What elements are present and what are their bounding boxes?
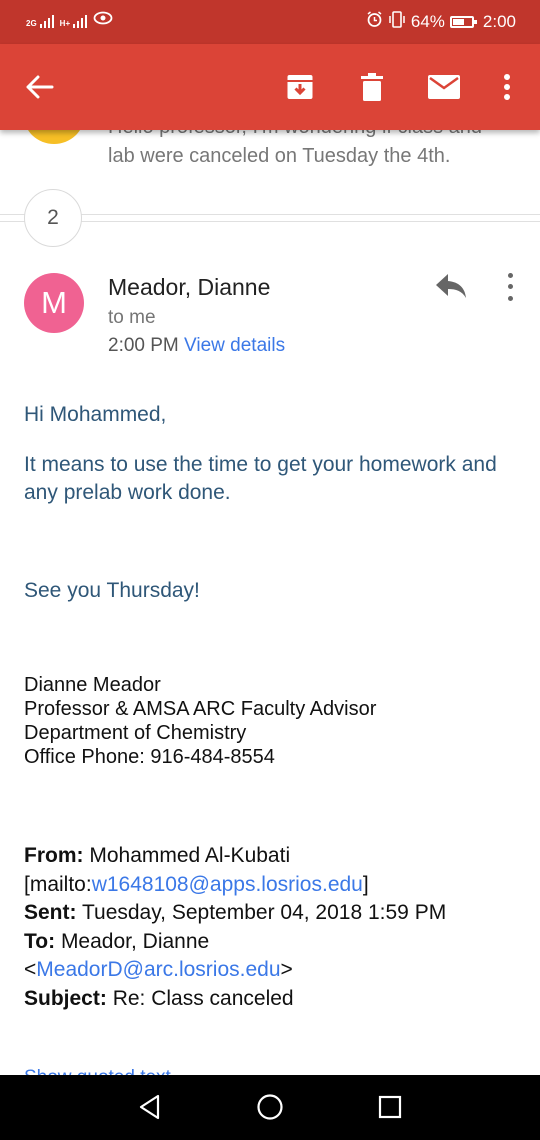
home-circle-icon[interactable] — [254, 1091, 286, 1123]
sent-row: Sent: Tuesday, September 04, 2018 1:59 P… — [24, 899, 446, 928]
body-paragraph: It means to use the time to get your hom… — [24, 453, 497, 504]
alarm-icon — [366, 11, 383, 33]
signature: Dianne Meador Professor & AMSA ARC Facul… — [24, 673, 376, 769]
back-arrow-icon[interactable] — [20, 67, 60, 107]
snippet-line-2: lab were canceled on Tuesday the 4th. — [108, 145, 451, 167]
sent-label: Sent: — [24, 901, 77, 924]
signature-department: Department of Chemistry — [24, 722, 247, 744]
to-name: Meador, Dianne — [60, 929, 210, 953]
from-name: Mohammed Al-Kubati — [89, 844, 291, 867]
mailto-row: [mailto:w1648108@apps.losrios.edu] — [24, 871, 446, 900]
more-vert-icon[interactable] — [487, 67, 527, 107]
from-label: From: — [24, 844, 84, 867]
archive-icon[interactable] — [280, 67, 320, 107]
battery-percent: 64% — [410, 12, 445, 31]
network-type-1: 2G — [26, 19, 37, 28]
recipient-label: to me — [108, 307, 156, 328]
greeting: Hi Mohammed, — [24, 403, 167, 426]
subject-row: Subject: Re: Class canceled — [24, 985, 446, 1014]
sender-name: Meador, Dianne — [108, 274, 271, 300]
mailto-prefix: [mailto: — [24, 872, 92, 896]
message-time: 2:00 PM — [108, 335, 179, 356]
status-right: 64% 2:00 — [366, 11, 516, 33]
status-left: 2G H+ — [26, 10, 113, 30]
to-email-link[interactable]: MeadorD@arc.losrios.edu — [36, 958, 280, 981]
status-time: 2:00 — [482, 12, 516, 31]
signature-phone: Office Phone: 916-484-8554 — [24, 746, 275, 768]
to-email-suffix: > — [280, 958, 293, 981]
view-details-link[interactable]: View details — [184, 335, 285, 356]
closing-line: See you Thursday! — [24, 579, 200, 602]
signal-icon: H+ — [59, 12, 88, 28]
signature-name: Dianne Meador — [24, 674, 161, 696]
quoted-header: From: Mohammed Al-Kubati [mailto:w164810… — [24, 842, 446, 1013]
vibrate-icon — [388, 11, 406, 33]
to-label: To: — [24, 929, 56, 953]
from-email-link[interactable]: w1648108@apps.losrios.edu — [92, 873, 363, 896]
battery-icon — [449, 16, 477, 28]
message-time-row: 2:00 PM View details — [108, 335, 285, 357]
subject-value: Re: Class canceled — [112, 986, 294, 1010]
avatar[interactable]: M — [24, 273, 84, 333]
trash-icon[interactable] — [352, 67, 392, 107]
to-row: To: Meador, Dianne — [24, 928, 446, 957]
collapsed-messages-count[interactable]: 2 — [24, 189, 82, 247]
subject-label: Subject: — [24, 986, 107, 1010]
eye-icon — [93, 10, 113, 30]
reply-icon[interactable] — [434, 272, 468, 302]
from-row: From: Mohammed Al-Kubati — [24, 842, 446, 871]
signature-title: Professor & AMSA ARC Faculty Advisor — [24, 698, 377, 720]
sent-value: Tuesday, September 04, 2018 1:59 PM — [81, 901, 447, 924]
message-more-icon[interactable] — [500, 270, 520, 304]
to-email-row: <MeadorD@arc.losrios.edu> — [24, 956, 446, 985]
show-quoted-text-link[interactable]: Show quoted text — [24, 1063, 171, 1075]
signal-icon: 2G — [26, 12, 54, 28]
network-type-2: H+ — [59, 19, 71, 28]
navigation-bar — [0, 1075, 540, 1140]
recents-square-icon[interactable] — [374, 1091, 406, 1123]
status-bar: 2G H+ 64% 2:00 — [0, 0, 540, 44]
mail-icon[interactable] — [424, 67, 464, 107]
mailto-suffix: ] — [362, 872, 369, 896]
to-email-prefix: < — [24, 958, 37, 981]
back-triangle-icon[interactable] — [134, 1091, 166, 1123]
app-bar — [0, 44, 540, 130]
